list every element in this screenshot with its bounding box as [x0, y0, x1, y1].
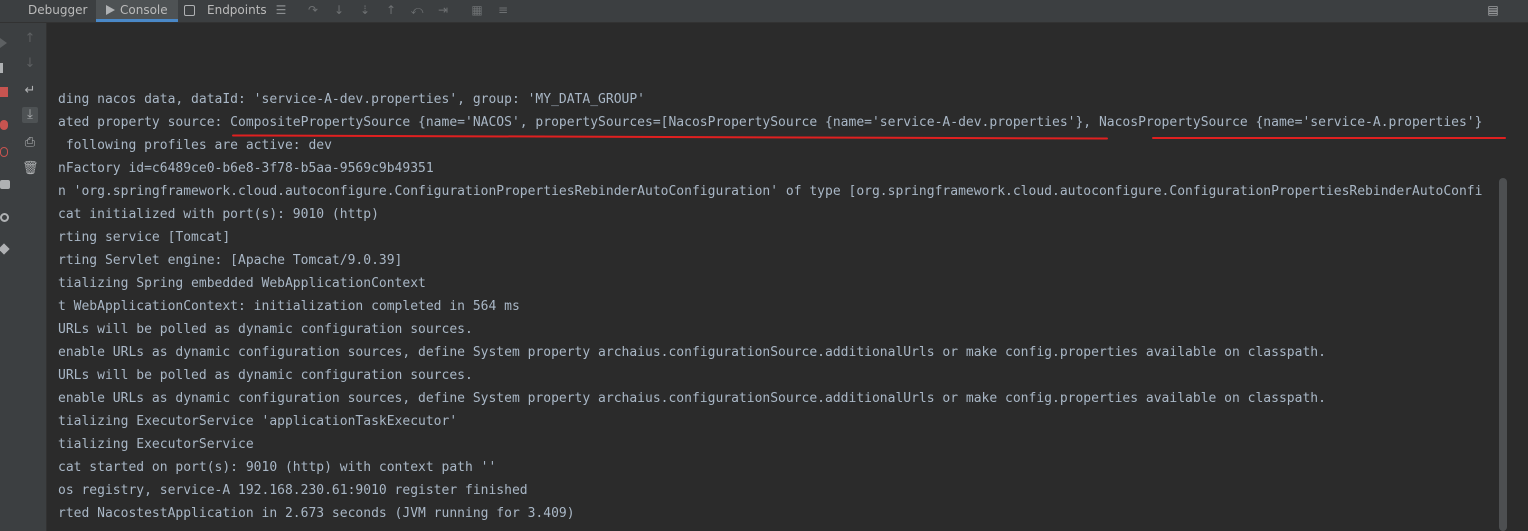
- drop-frame-icon[interactable]: ⤺: [410, 3, 424, 17]
- evaluate-icon[interactable]: ▦: [470, 3, 484, 17]
- force-step-into-icon[interactable]: ⇣: [358, 3, 372, 17]
- console-line: ding nacos data, dataId: 'service-A-dev.…: [58, 92, 645, 107]
- console-output[interactable]: ding nacos data, dataId: 'service-A-dev.…: [47, 23, 1509, 531]
- resume-icon[interactable]: [0, 38, 7, 48]
- console-icon: [106, 5, 115, 15]
- tab-endpoints[interactable]: Endpoints: [184, 0, 267, 22]
- print-icon[interactable]: ⎙: [22, 135, 38, 151]
- console-line: rting Servlet engine: [Apache Tomcat/9.0…: [58, 253, 403, 268]
- red-annotation-underline: [1152, 137, 1506, 139]
- tab-console[interactable]: Console: [96, 0, 178, 22]
- run-to-cursor-icon[interactable]: ⇥: [436, 3, 450, 17]
- step-into-icon[interactable]: ↓: [332, 3, 346, 17]
- tab-debugger[interactable]: Debugger: [28, 0, 87, 22]
- console-sidebar-toolbar: ↑ ↓ ↵ ⤓ ⎙ 🗑: [14, 23, 47, 531]
- console-line: n 'org.springframework.cloud.autoconfigu…: [58, 184, 1483, 199]
- tab-endpoints-label: Endpoints: [207, 3, 267, 17]
- step-over-icon[interactable]: ↷: [306, 3, 320, 17]
- layout-icon[interactable]: ≡: [496, 3, 510, 17]
- console-line: enable URLs as dynamic configuration sou…: [58, 345, 1326, 360]
- console-line: tializing ExecutorService 'applicationTa…: [58, 414, 458, 429]
- endpoints-icon: [184, 5, 195, 16]
- menu-icon[interactable]: ☰: [274, 3, 288, 17]
- settings-icon[interactable]: [0, 213, 9, 222]
- window-options-icon[interactable]: ▤: [1486, 3, 1500, 17]
- console-line: enable URLs as dynamic configuration sou…: [58, 391, 1326, 406]
- scroll-to-end-icon[interactable]: ⤓: [22, 107, 38, 123]
- console-line: nFactory id=c6489ce0-b6e8-3f78-b5aa-9569…: [58, 161, 434, 176]
- tool-window-tabbar: Debugger Console Endpoints ☰ ↷ ↓ ⇣ ↑ ⤺ ⇥…: [0, 0, 1528, 23]
- console-line: tializing ExecutorService: [58, 437, 254, 452]
- trash-icon[interactable]: 🗑: [22, 161, 39, 177]
- red-annotation-underline: [231, 134, 1109, 140]
- stop-icon[interactable]: [0, 87, 8, 97]
- debug-actions-gutter: [0, 23, 14, 531]
- console-line: rted NacostestApplication in 2.673 secon…: [58, 506, 575, 521]
- down-arrow-icon[interactable]: ↓: [22, 56, 38, 72]
- step-out-icon[interactable]: ↑: [384, 3, 398, 17]
- camera-icon[interactable]: [0, 180, 10, 189]
- scrollbar-track: [1509, 23, 1528, 531]
- tab-debugger-label: Debugger: [28, 3, 88, 17]
- console-line: following profiles are active: dev: [58, 138, 332, 153]
- vertical-scrollbar-thumb[interactable]: [1499, 178, 1507, 531]
- console-line: cat started on port(s): 9010 (http) with…: [58, 460, 497, 475]
- console-line: t WebApplicationContext: initialization …: [58, 299, 520, 314]
- tab-console-label: Console: [120, 3, 168, 17]
- soft-wrap-icon[interactable]: ↵: [22, 83, 38, 99]
- view-breakpoints-icon[interactable]: [0, 120, 8, 130]
- console-line: URLs will be polled as dynamic configura…: [58, 368, 473, 383]
- pin-icon[interactable]: [0, 243, 10, 255]
- console-line: ated property source: CompositePropertyS…: [58, 115, 1483, 130]
- mute-breakpoints-icon[interactable]: [0, 147, 8, 157]
- pause-icon[interactable]: [0, 63, 3, 73]
- console-line: os registry, service-A 192.168.230.61:90…: [58, 483, 528, 498]
- up-arrow-icon[interactable]: ↑: [22, 31, 38, 47]
- console-line: URLs will be polled as dynamic configura…: [58, 322, 473, 337]
- console-line: cat initialized with port(s): 9010 (http…: [58, 207, 379, 222]
- console-line: tializing Spring embedded WebApplication…: [58, 276, 426, 291]
- console-line: rting service [Tomcat]: [58, 230, 231, 245]
